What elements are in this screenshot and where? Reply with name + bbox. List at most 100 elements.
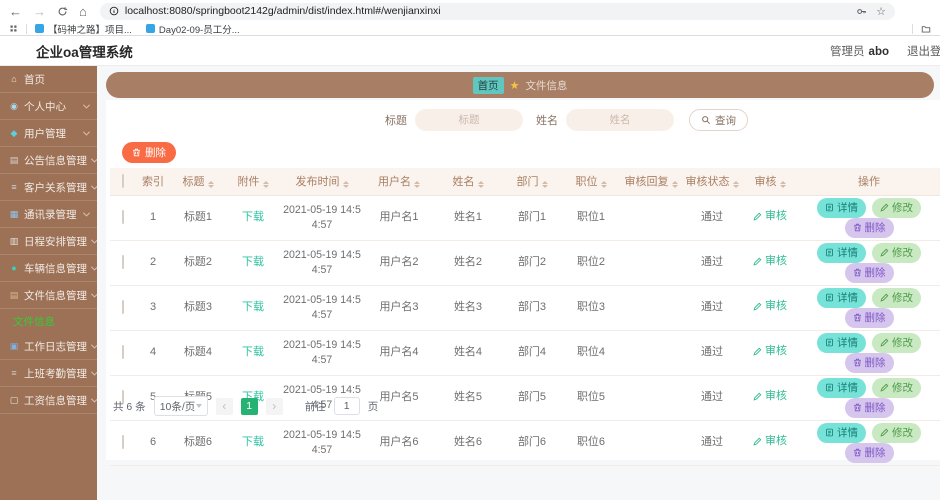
password-key-icon[interactable] <box>856 6 867 17</box>
delete-button[interactable]: 删除 <box>844 217 894 238</box>
row-checkbox[interactable] <box>122 435 124 450</box>
sidebar-item[interactable]: ◉ 个人中心 <box>0 93 97 120</box>
goto-page-input[interactable] <box>333 397 360 415</box>
sort-carets[interactable] <box>342 181 349 189</box>
sort-carets[interactable] <box>600 181 607 189</box>
sidebar-item[interactable]: ▢ 工资信息管理 <box>0 387 97 414</box>
audit-link[interactable]: 审核 <box>753 344 787 359</box>
apps-grid-icon[interactable] <box>9 24 18 33</box>
refresh-icon[interactable] <box>57 6 68 17</box>
delete-button[interactable]: 删除 <box>844 352 894 373</box>
select-all-checkbox[interactable] <box>122 174 124 189</box>
sort-carets[interactable] <box>779 181 786 189</box>
detail-button[interactable]: 详情 <box>817 242 866 263</box>
audit-link[interactable]: 审核 <box>753 299 787 314</box>
next-page-button[interactable]: › <box>265 397 283 415</box>
sidebar-item[interactable]: ▤ 公告信息管理 <box>0 147 97 174</box>
cell-checkbox <box>110 285 136 331</box>
search-button[interactable]: 查询 <box>689 109 748 131</box>
current-page-button[interactable]: 1 <box>240 397 258 415</box>
home-icon[interactable]: ⌂ <box>79 5 87 18</box>
detail-button[interactable]: 详情 <box>817 332 866 353</box>
download-link[interactable]: 下载 <box>242 436 264 448</box>
forward-icon[interactable]: → <box>33 5 46 18</box>
username: abo <box>868 45 889 58</box>
column-header-dept[interactable]: 部门 <box>502 168 562 196</box>
column-header-position[interactable]: 职位 <box>562 168 620 196</box>
audit-link[interactable]: 审核 <box>753 209 787 224</box>
sort-carets[interactable] <box>477 181 484 189</box>
sidebar-item[interactable]: ◆ 用户管理 <box>0 120 97 147</box>
column-header-audit_status[interactable]: 审核状态 <box>682 168 742 196</box>
sort-carets[interactable] <box>732 181 739 189</box>
sidebar-item[interactable]: ▣ 工作日志管理 <box>0 333 97 360</box>
delete-button[interactable]: 删除 <box>844 442 894 463</box>
breadcrumb-bar: 首页 ★ 文件信息 <box>106 72 934 98</box>
trash-icon <box>853 268 862 277</box>
download-link[interactable]: 下载 <box>242 256 264 268</box>
delete-button[interactable]: 删除 <box>844 262 894 283</box>
sort-carets[interactable] <box>262 181 269 189</box>
download-link[interactable]: 下载 <box>242 211 264 223</box>
other-bookmarks-folder-icon[interactable] <box>921 24 931 34</box>
title-filter-input[interactable] <box>415 109 523 131</box>
cell-audit-reply <box>620 240 682 286</box>
audit-link[interactable]: 审核 <box>753 254 787 269</box>
sort-carets[interactable] <box>414 181 420 189</box>
row-checkbox[interactable] <box>122 255 124 270</box>
row-checkbox[interactable] <box>122 210 124 225</box>
column-header-name[interactable]: 姓名 <box>434 168 502 196</box>
column-header-audit_reply[interactable]: 审核回复 <box>620 168 682 196</box>
column-label: 索引 <box>142 176 164 189</box>
column-header-time[interactable]: 发布时间 <box>280 168 364 196</box>
sidebar-item[interactable]: ▦ 通讯录管理 <box>0 201 97 228</box>
edit-button[interactable]: 修改 <box>872 287 921 308</box>
bookmark-item[interactable]: Day02-09-员工分... <box>145 22 240 36</box>
sidebar-item[interactable]: ▥ 日程安排管理 <box>0 228 97 255</box>
edit-button[interactable]: 修改 <box>872 242 921 263</box>
breadcrumb-home[interactable]: 首页 <box>472 76 504 94</box>
column-header-title[interactable]: 标题 <box>170 168 226 196</box>
delete-button[interactable]: 删除 <box>844 397 894 418</box>
download-link[interactable]: 下载 <box>242 346 264 358</box>
sidebar-subitem[interactable]: 文件信息 <box>0 309 97 333</box>
column-header-audit[interactable]: 审核 <box>742 168 798 196</box>
edit-button[interactable]: 修改 <box>872 197 921 218</box>
page-size-select[interactable]: 10条/页 <box>153 396 208 416</box>
delete-button[interactable]: 删除 <box>844 307 894 328</box>
edit-button[interactable]: 修改 <box>872 377 921 398</box>
back-icon[interactable]: ← <box>9 5 22 18</box>
name-filter-input[interactable] <box>566 109 674 131</box>
bookmark-star-icon[interactable]: ☆ <box>876 5 886 18</box>
column-header-checkbox[interactable] <box>110 168 136 196</box>
row-checkbox[interactable] <box>122 300 124 315</box>
audit-link[interactable]: 审核 <box>753 389 787 404</box>
bulk-delete-button[interactable]: 删除 <box>122 142 176 163</box>
sidebar-item[interactable]: ● 车辆信息管理 <box>0 255 97 282</box>
cell-position: 职位3 <box>562 285 620 331</box>
detail-button[interactable]: 详情 <box>817 197 866 218</box>
prev-page-button[interactable]: ‹ <box>215 397 233 415</box>
sort-carets[interactable] <box>671 181 678 189</box>
address-bar[interactable]: localhost:8080/springboot2142g/admin/dis… <box>99 2 895 20</box>
audit-link[interactable]: 审核 <box>753 434 787 449</box>
bookmark-item[interactable]: 【码神之路】项目... <box>35 22 132 36</box>
column-header-username[interactable]: 用户名 <box>364 168 434 196</box>
logout-button[interactable]: 退出登录 <box>907 43 940 59</box>
detail-button[interactable]: 详情 <box>817 287 866 308</box>
row-checkbox[interactable] <box>122 345 124 360</box>
sort-carets[interactable] <box>207 181 214 189</box>
site-info-icon[interactable] <box>109 6 119 16</box>
detail-button[interactable]: 详情 <box>817 377 866 398</box>
sidebar-item[interactable]: ▤ 文件信息管理 <box>0 282 97 309</box>
sort-carets[interactable] <box>541 181 548 189</box>
bookmark-favicon <box>35 24 44 33</box>
edit-button[interactable]: 修改 <box>872 332 921 353</box>
sidebar-item[interactable]: ≡ 上班考勤管理 <box>0 360 97 387</box>
download-link[interactable]: 下载 <box>242 301 264 313</box>
detail-button[interactable]: 详情 <box>817 422 866 443</box>
column-header-attachment[interactable]: 附件 <box>226 168 280 196</box>
sidebar-item[interactable]: ⌂ 首页 <box>0 66 97 93</box>
edit-button[interactable]: 修改 <box>872 422 921 443</box>
sidebar-item[interactable]: ≡ 客户关系管理 <box>0 174 97 201</box>
